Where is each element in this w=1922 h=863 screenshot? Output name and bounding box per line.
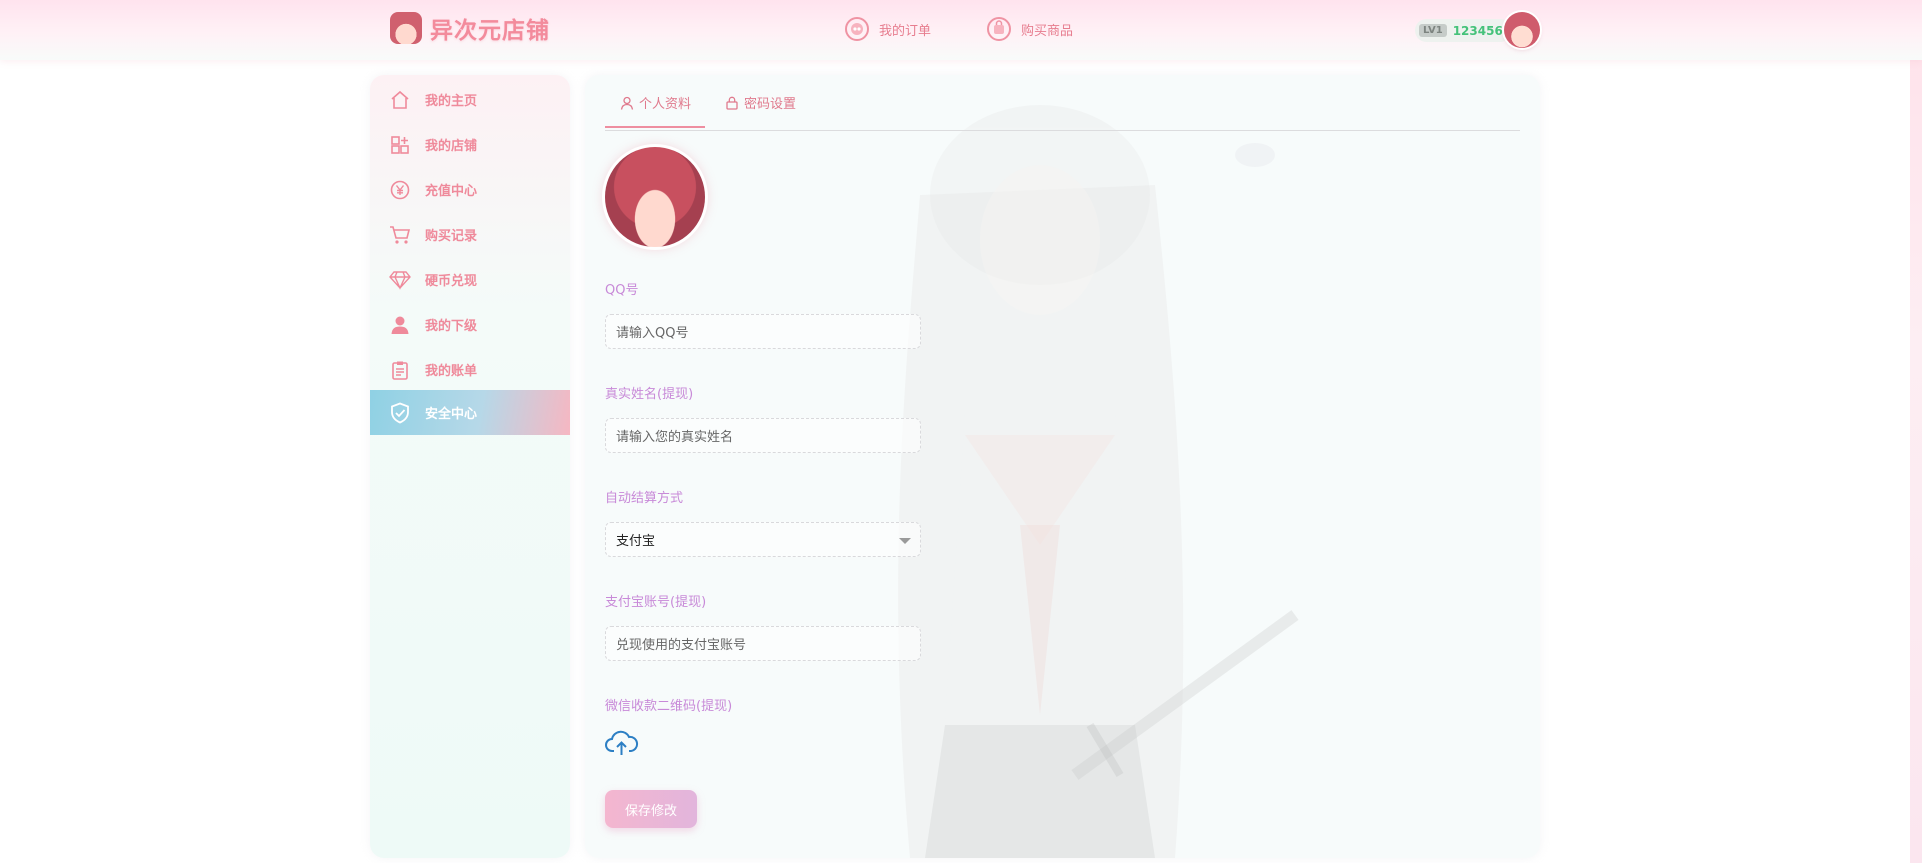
alipay-account-input[interactable]: 兑现使用的支付宝账号 — [605, 626, 921, 661]
user-avatar[interactable] — [1504, 12, 1540, 48]
brand-logo[interactable]: 异次元店铺 — [390, 11, 550, 45]
alipay-account-label: 支付宝账号(提现) — [605, 595, 707, 610]
sidebar: 我的主页 我的店铺 充值中心 购买记录 硬币兑现 我的下级 我的账单 安全中心 — [370, 75, 570, 858]
balance-badge[interactable]: LV1 123456 — [1415, 19, 1512, 42]
logo-avatar — [390, 12, 422, 44]
settlement-method-label: 自动结算方式 — [605, 491, 684, 506]
sidebar-item-coin-cashout[interactable]: 硬币兑现 — [370, 257, 570, 302]
sidebar-item-label: 我的账单 — [425, 364, 478, 379]
sidebar-item-subordinates[interactable]: 我的下级 — [370, 302, 570, 347]
user-icon — [389, 314, 411, 336]
wechat-qrcode-label: 微信收款二维码(提现) — [605, 699, 733, 714]
diamond-icon — [389, 269, 411, 291]
sidebar-item-security-center[interactable]: 安全中心 — [370, 390, 570, 435]
main-panel: 个人资料 密码设置 QQ号 请输入QQ号 真实姓名(提现) 请输入您的真实姓名 … — [585, 75, 1540, 858]
sidebar-item-label: 我的下级 — [425, 319, 478, 334]
tab-password-label: 密码设置 — [744, 97, 797, 112]
sidebar-item-bills[interactable]: 我的账单 — [370, 347, 570, 392]
sidebar-item-label: 购买记录 — [425, 229, 478, 244]
lock-icon — [726, 96, 738, 110]
tab-password[interactable]: 密码设置 — [725, 93, 796, 112]
nav-buy-products[interactable]: 购买商品 — [987, 17, 1073, 41]
nav-orders-label: 我的订单 — [879, 23, 932, 39]
sidebar-item-recharge[interactable]: 充值中心 — [370, 167, 570, 212]
nav-buy-label: 购买商品 — [1021, 23, 1074, 39]
nav-my-orders[interactable]: 我的订单 — [845, 17, 931, 41]
shopping-bag-icon — [987, 17, 1011, 41]
clipboard-icon — [389, 359, 411, 381]
home-icon — [389, 89, 411, 111]
sidebar-item-label: 我的店铺 — [425, 139, 478, 154]
cloud-upload-icon[interactable] — [605, 730, 639, 756]
settlement-method-value: 支付宝 — [616, 534, 656, 549]
chevron-down-icon — [899, 538, 911, 544]
profile-avatar[interactable] — [605, 147, 705, 247]
qq-label: QQ号 — [605, 283, 639, 298]
settlement-method-select[interactable]: 支付宝 — [605, 522, 921, 557]
level-tag: LV1 — [1419, 24, 1447, 37]
real-name-label: 真实姓名(提现) — [605, 387, 694, 402]
sidebar-item-label: 安全中心 — [425, 407, 478, 422]
real-name-input[interactable]: 请输入您的真实姓名 — [605, 418, 921, 453]
tab-profile-label: 个人资料 — [639, 97, 692, 112]
brand-name: 异次元店铺 — [430, 18, 550, 44]
qq-input[interactable]: 请输入QQ号 — [605, 314, 921, 349]
background-illustration — [898, 105, 1299, 858]
shop-grid-icon — [389, 134, 411, 156]
sidebar-item-label: 我的主页 — [425, 94, 478, 109]
tab-bar: 个人资料 密码设置 — [604, 75, 1520, 131]
sidebar-item-home[interactable]: 我的主页 — [370, 77, 570, 122]
orders-icon — [845, 17, 869, 41]
tab-profile[interactable]: 个人资料 — [604, 93, 706, 128]
sidebar-item-purchase-history[interactable]: 购买记录 — [370, 212, 570, 257]
top-header: 异次元店铺 我的订单 购买商品 LV1 123456 — [0, 0, 1922, 60]
shield-check-icon — [389, 402, 411, 424]
page-edge-strip — [1910, 0, 1922, 863]
sidebar-item-label: 硬币兑现 — [425, 274, 478, 289]
sidebar-item-my-shop[interactable]: 我的店铺 — [370, 122, 570, 167]
save-button[interactable]: 保存修改 — [605, 790, 697, 828]
sidebar-item-label: 充值中心 — [425, 184, 478, 199]
cart-icon — [389, 224, 411, 246]
user-outline-icon — [620, 96, 634, 110]
yen-icon — [389, 179, 411, 201]
balance-value: 123456 — [1452, 23, 1503, 38]
